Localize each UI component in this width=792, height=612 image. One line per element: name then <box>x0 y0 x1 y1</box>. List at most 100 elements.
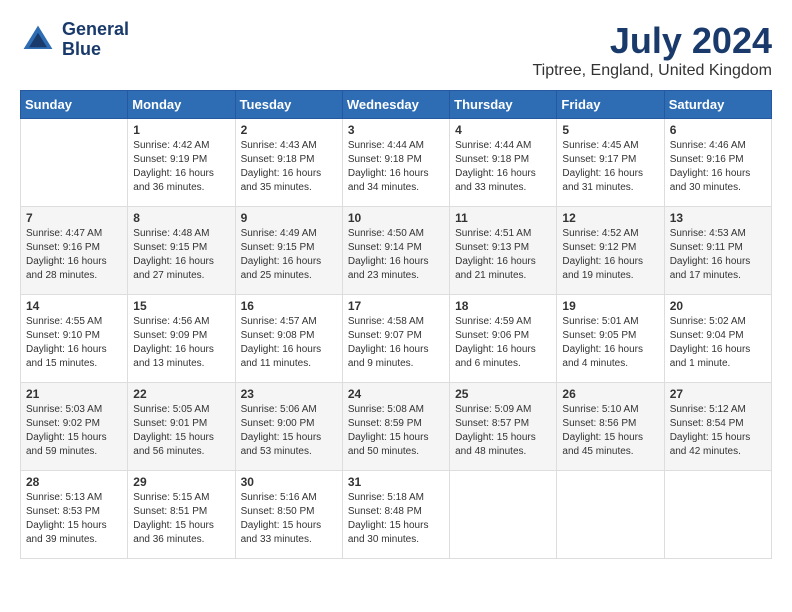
cell-info: Sunrise: 5:12 AM Sunset: 8:54 PM Dayligh… <box>670 403 766 459</box>
calendar-body: 1 Sunrise: 4:42 AM Sunset: 9:19 PM Daylig… <box>21 119 772 559</box>
day-number: 21 <box>26 387 122 401</box>
day-number: 20 <box>670 299 766 313</box>
month-year-title: July 2024 <box>532 20 772 62</box>
calendar-cell: 17 Sunrise: 4:58 AM Sunset: 9:07 PM Dayli… <box>342 295 449 383</box>
calendar-cell: 23Sunrise: 5:06 AM Sunset: 9:00 PM Dayli… <box>235 383 342 471</box>
week-row-5: 28 Sunrise: 5:13 AM Sunset: 8:53 PM Dayli… <box>21 471 772 559</box>
cell-info: Sunrise: 5:05 AM Sunset: 9:01 PM Dayligh… <box>133 403 229 459</box>
day-number: 17 <box>348 299 444 313</box>
col-saturday: Saturday <box>664 91 771 119</box>
calendar-cell: 25 Sunrise: 5:09 AM Sunset: 8:57 PM Dayli… <box>450 383 557 471</box>
day-number: 2 <box>241 123 337 137</box>
col-wednesday: Wednesday <box>342 91 449 119</box>
day-number: 10 <box>348 211 444 225</box>
cell-info: Sunrise: 4:48 AM Sunset: 9:15 PM Dayligh… <box>133 227 229 283</box>
day-number: 16 <box>241 299 337 313</box>
day-number: 6 <box>670 123 766 137</box>
cell-info: Sunrise: 4:44 AM Sunset: 9:18 PM Dayligh… <box>348 139 444 195</box>
col-friday: Friday <box>557 91 664 119</box>
calendar-cell <box>557 471 664 559</box>
page-header: General Blue July 2024 Tiptree, England,… <box>20 20 772 80</box>
week-row-1: 1 Sunrise: 4:42 AM Sunset: 9:19 PM Daylig… <box>21 119 772 207</box>
day-number: 24 <box>348 387 444 401</box>
day-number: 25 <box>455 387 551 401</box>
day-number: 26 <box>562 387 658 401</box>
calendar-cell: 9 Sunrise: 4:49 AM Sunset: 9:15 PM Daylig… <box>235 207 342 295</box>
cell-info: Sunrise: 5:06 AM Sunset: 9:00 PM Dayligh… <box>241 403 337 459</box>
calendar-cell: 7 Sunrise: 4:47 AM Sunset: 9:16 PM Daylig… <box>21 207 128 295</box>
day-number: 8 <box>133 211 229 225</box>
day-number: 19 <box>562 299 658 313</box>
day-number: 30 <box>241 475 337 489</box>
cell-info: Sunrise: 5:02 AM Sunset: 9:04 PM Dayligh… <box>670 315 766 371</box>
calendar-cell: 30Sunrise: 5:16 AM Sunset: 8:50 PM Dayli… <box>235 471 342 559</box>
day-number: 7 <box>26 211 122 225</box>
cell-info: Sunrise: 4:50 AM Sunset: 9:14 PM Dayligh… <box>348 227 444 283</box>
calendar-cell: 19 Sunrise: 5:01 AM Sunset: 9:05 PM Dayli… <box>557 295 664 383</box>
calendar-cell: 6Sunrise: 4:46 AM Sunset: 9:16 PM Daylig… <box>664 119 771 207</box>
cell-info: Sunrise: 5:09 AM Sunset: 8:57 PM Dayligh… <box>455 403 551 459</box>
cell-info: Sunrise: 4:58 AM Sunset: 9:07 PM Dayligh… <box>348 315 444 371</box>
day-number: 11 <box>455 211 551 225</box>
calendar-cell <box>450 471 557 559</box>
calendar-cell: 16 Sunrise: 4:57 AM Sunset: 9:08 PM Dayli… <box>235 295 342 383</box>
week-row-2: 7 Sunrise: 4:47 AM Sunset: 9:16 PM Daylig… <box>21 207 772 295</box>
cell-info: Sunrise: 5:03 AM Sunset: 9:02 PM Dayligh… <box>26 403 122 459</box>
day-number: 22 <box>133 387 229 401</box>
cell-info: Sunrise: 5:13 AM Sunset: 8:53 PM Dayligh… <box>26 491 122 547</box>
cell-info: Sunrise: 4:53 AM Sunset: 9:11 PM Dayligh… <box>670 227 766 283</box>
calendar-header-row: Sunday Monday Tuesday Wednesday Thursday… <box>21 91 772 119</box>
calendar-cell: 26 Sunrise: 5:10 AM Sunset: 8:56 PM Dayli… <box>557 383 664 471</box>
calendar-cell: 20 Sunrise: 5:02 AM Sunset: 9:04 PM Dayli… <box>664 295 771 383</box>
day-number: 5 <box>562 123 658 137</box>
calendar-cell <box>21 119 128 207</box>
day-number: 3 <box>348 123 444 137</box>
day-number: 31 <box>348 475 444 489</box>
day-number: 12 <box>562 211 658 225</box>
cell-info: Sunrise: 4:49 AM Sunset: 9:15 PM Dayligh… <box>241 227 337 283</box>
col-sunday: Sunday <box>21 91 128 119</box>
day-number: 15 <box>133 299 229 313</box>
cell-info: Sunrise: 5:08 AM Sunset: 8:59 PM Dayligh… <box>348 403 444 459</box>
location-subtitle: Tiptree, England, United Kingdom <box>532 62 772 80</box>
day-number: 1 <box>133 123 229 137</box>
calendar-cell <box>664 471 771 559</box>
calendar-cell: 8 Sunrise: 4:48 AM Sunset: 9:15 PM Daylig… <box>128 207 235 295</box>
cell-info: Sunrise: 4:51 AM Sunset: 9:13 PM Dayligh… <box>455 227 551 283</box>
cell-info: Sunrise: 4:56 AM Sunset: 9:09 PM Dayligh… <box>133 315 229 371</box>
cell-info: Sunrise: 4:57 AM Sunset: 9:08 PM Dayligh… <box>241 315 337 371</box>
calendar-cell: 21 Sunrise: 5:03 AM Sunset: 9:02 PM Dayli… <box>21 383 128 471</box>
col-tuesday: Tuesday <box>235 91 342 119</box>
cell-info: Sunrise: 4:52 AM Sunset: 9:12 PM Dayligh… <box>562 227 658 283</box>
calendar-cell: 1 Sunrise: 4:42 AM Sunset: 9:19 PM Daylig… <box>128 119 235 207</box>
day-number: 29 <box>133 475 229 489</box>
calendar-cell: 14 Sunrise: 4:55 AM Sunset: 9:10 PM Dayli… <box>21 295 128 383</box>
day-number: 18 <box>455 299 551 313</box>
calendar-cell: 13Sunrise: 4:53 AM Sunset: 9:11 PM Dayli… <box>664 207 771 295</box>
day-number: 9 <box>241 211 337 225</box>
cell-info: Sunrise: 4:42 AM Sunset: 9:19 PM Dayligh… <box>133 139 229 195</box>
title-area: July 2024 Tiptree, England, United Kingd… <box>532 20 772 80</box>
cell-info: Sunrise: 4:59 AM Sunset: 9:06 PM Dayligh… <box>455 315 551 371</box>
col-monday: Monday <box>128 91 235 119</box>
cell-info: Sunrise: 5:18 AM Sunset: 8:48 PM Dayligh… <box>348 491 444 547</box>
cell-info: Sunrise: 4:47 AM Sunset: 9:16 PM Dayligh… <box>26 227 122 283</box>
calendar-cell: 3 Sunrise: 4:44 AM Sunset: 9:18 PM Daylig… <box>342 119 449 207</box>
cell-info: Sunrise: 4:45 AM Sunset: 9:17 PM Dayligh… <box>562 139 658 195</box>
day-number: 14 <box>26 299 122 313</box>
col-thursday: Thursday <box>450 91 557 119</box>
week-row-4: 21 Sunrise: 5:03 AM Sunset: 9:02 PM Dayli… <box>21 383 772 471</box>
calendar-table: Sunday Monday Tuesday Wednesday Thursday… <box>20 90 772 559</box>
calendar-cell: 11 Sunrise: 4:51 AM Sunset: 9:13 PM Dayli… <box>450 207 557 295</box>
logo: General Blue <box>20 20 129 60</box>
calendar-cell: 5 Sunrise: 4:45 AM Sunset: 9:17 PM Daylig… <box>557 119 664 207</box>
cell-info: Sunrise: 5:10 AM Sunset: 8:56 PM Dayligh… <box>562 403 658 459</box>
cell-info: Sunrise: 4:43 AM Sunset: 9:18 PM Dayligh… <box>241 139 337 195</box>
cell-info: Sunrise: 5:01 AM Sunset: 9:05 PM Dayligh… <box>562 315 658 371</box>
calendar-cell: 15 Sunrise: 4:56 AM Sunset: 9:09 PM Dayli… <box>128 295 235 383</box>
day-number: 28 <box>26 475 122 489</box>
cell-info: Sunrise: 4:55 AM Sunset: 9:10 PM Dayligh… <box>26 315 122 371</box>
calendar-cell: 29Sunrise: 5:15 AM Sunset: 8:51 PM Dayli… <box>128 471 235 559</box>
day-number: 4 <box>455 123 551 137</box>
calendar-cell: 27Sunrise: 5:12 AM Sunset: 8:54 PM Dayli… <box>664 383 771 471</box>
